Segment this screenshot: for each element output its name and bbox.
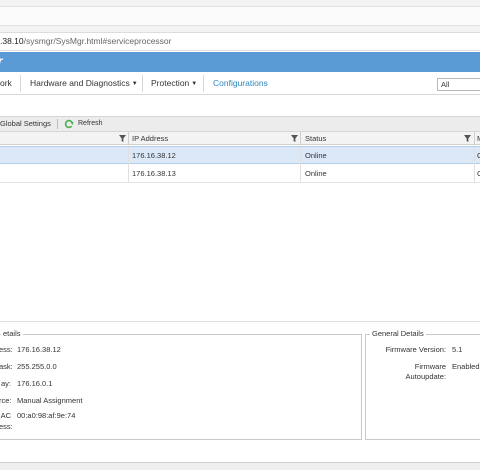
filter-icon[interactable] bbox=[119, 135, 126, 142]
chevron-down-icon: ▼ bbox=[191, 81, 198, 87]
nav-divider bbox=[20, 75, 21, 92]
panel-title: etails bbox=[1, 329, 23, 338]
nav-item-label: ork bbox=[0, 78, 12, 88]
column-header-status[interactable]: Status bbox=[305, 132, 326, 145]
app-header: r bbox=[0, 52, 480, 72]
cell-divider bbox=[128, 147, 129, 165]
content-spacer bbox=[0, 96, 480, 116]
field-label: rce: bbox=[0, 396, 12, 405]
field-value-subnet-mask: 255.255.0.0 bbox=[17, 362, 57, 371]
nav-item-protection[interactable]: Protection ▼ bbox=[151, 72, 197, 95]
field-label: Firmware Version: bbox=[385, 345, 446, 354]
field-label: ask: bbox=[0, 362, 13, 371]
address-bar[interactable]: .38.10/sysmgr/SysMgr.html#serviceprocess… bbox=[0, 33, 480, 51]
cell-divider bbox=[300, 165, 301, 183]
nav-item-label: Configurations bbox=[213, 78, 268, 88]
nav-item-label: Hardware and Diagnostics bbox=[30, 78, 130, 88]
cell-ip-address: 176.16.38.12 bbox=[132, 151, 176, 160]
nav-divider bbox=[203, 75, 204, 92]
grid-toolbar: Global Settings Refresh bbox=[0, 116, 480, 132]
field-value-ip-source: Manual Assignment bbox=[17, 396, 83, 405]
nav-item-label: Protection bbox=[151, 78, 190, 88]
cell-divider bbox=[474, 147, 475, 165]
field-value-firmware-version: 5.1 bbox=[452, 345, 463, 354]
field-value-firmware-autoupdate: Enabled bbox=[452, 362, 480, 371]
table-row[interactable]: 176.16.38.12 Online C bbox=[0, 146, 480, 165]
cell-divider bbox=[300, 147, 301, 165]
nav-item-configurations[interactable]: Configurations bbox=[213, 72, 268, 95]
column-divider bbox=[300, 132, 301, 145]
filter-icon[interactable] bbox=[291, 135, 298, 142]
browser-tab-bar bbox=[0, 6, 480, 26]
address-path: /sysmgr/SysMgr.html#serviceprocessor bbox=[23, 36, 172, 46]
nav-item-network[interactable]: ork bbox=[0, 72, 12, 95]
toolbar-divider bbox=[57, 119, 58, 129]
address-text[interactable]: .38.10/sysmgr/SysMgr.html#serviceprocess… bbox=[0, 36, 171, 46]
status-bar bbox=[0, 462, 480, 470]
details-area: etails ess: 176.16.38.12 ask: 255.255.0.… bbox=[0, 322, 480, 462]
global-settings-button[interactable]: Global Settings bbox=[0, 117, 51, 131]
field-label: ess: bbox=[0, 422, 13, 431]
panel-title: General Details bbox=[370, 329, 426, 338]
browser-chrome bbox=[0, 0, 480, 33]
filter-icon[interactable] bbox=[464, 135, 471, 142]
cell-divider bbox=[474, 165, 475, 183]
general-details-panel: General Details Firmware Version: 5.1 Fi… bbox=[365, 329, 480, 440]
filter-select[interactable]: All bbox=[437, 78, 480, 91]
service-processor-grid: IP Address Status M 176.16.38.12 Online … bbox=[0, 132, 480, 322]
field-label: Autoupdate: bbox=[405, 372, 446, 381]
nav-divider bbox=[142, 75, 143, 92]
cell-status: Online bbox=[305, 151, 327, 160]
field-label: ay: bbox=[0, 379, 11, 388]
cell-ip-address: 176.16.38.13 bbox=[132, 169, 176, 178]
cell-divider bbox=[128, 165, 129, 183]
refresh-button[interactable]: Refresh bbox=[78, 117, 103, 131]
address-host: .38.10 bbox=[0, 36, 24, 46]
column-divider bbox=[128, 132, 129, 145]
field-label: Firmware bbox=[414, 362, 446, 371]
field-value-mac-address: 00:a0:98:af:9e:74 bbox=[17, 411, 76, 420]
field-label: ess: bbox=[0, 345, 13, 354]
field-label: AC bbox=[0, 411, 11, 420]
app-title: r bbox=[0, 54, 3, 68]
grid-header: IP Address Status M bbox=[0, 132, 480, 145]
column-header-ip-address[interactable]: IP Address bbox=[132, 132, 168, 145]
main-nav: ork Hardware and Diagnostics ▼ Protection… bbox=[0, 72, 480, 95]
field-value-ip-address: 176.16.38.12 bbox=[17, 345, 61, 354]
cell-status: Online bbox=[305, 169, 327, 178]
column-divider bbox=[474, 132, 475, 145]
chevron-down-icon: ▼ bbox=[131, 81, 138, 87]
nav-item-hardware-diagnostics[interactable]: Hardware and Diagnostics ▼ bbox=[30, 72, 138, 95]
field-value-gateway: 176.16.0.1 bbox=[17, 379, 53, 388]
refresh-icon[interactable] bbox=[64, 119, 74, 129]
network-details-panel: etails ess: 176.16.38.12 ask: 255.255.0.… bbox=[0, 329, 362, 440]
table-row[interactable]: 176.16.38.13 Online C bbox=[0, 165, 480, 183]
